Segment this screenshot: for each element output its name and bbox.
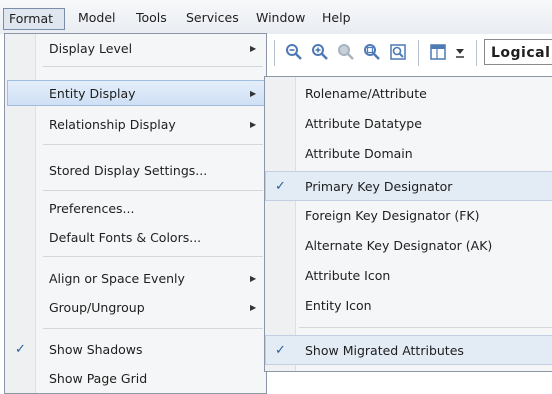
menu-separator — [299, 327, 552, 328]
menu-item-label: Entity Display — [49, 86, 136, 101]
menu-separator — [43, 144, 263, 145]
entity-display-submenu: Rolename/Attribute Attribute Datatype At… — [264, 76, 552, 372]
menu-item-label: Attribute Datatype — [305, 116, 422, 131]
menu-model[interactable]: Model — [78, 8, 116, 28]
menu-tools[interactable]: Tools — [136, 8, 167, 28]
menu-item-show-page-grid[interactable]: Show Page Grid — [5, 366, 266, 392]
menu-item-label: Alternate Key Designator (AK) — [305, 238, 493, 253]
menu-services[interactable]: Services — [186, 8, 239, 28]
menu-item-label: Entity Icon — [305, 298, 372, 313]
submenu-arrow-icon: ▶ — [250, 274, 257, 283]
menu-item-label: Attribute Icon — [305, 268, 391, 283]
menu-item-alternate-key-designator[interactable]: Alternate Key Designator (AK) — [265, 231, 552, 261]
menu-item-show-migrated-attributes[interactable]: ✓ Show Migrated Attributes — [265, 335, 552, 365]
menu-separator — [43, 190, 263, 191]
zoom-window-icon[interactable] — [386, 40, 410, 64]
submenu-arrow-icon: ▶ — [250, 120, 257, 129]
menu-item-label: Align or Space Evenly — [49, 271, 185, 286]
zoom-out-icon[interactable] — [282, 40, 306, 64]
menu-item-label: Primary Key Designator — [305, 179, 453, 194]
menu-item-show-shadows[interactable]: ✓ Show Shadows — [5, 337, 266, 363]
layout-icon[interactable] — [426, 40, 450, 64]
menu-item-default-fonts-colors[interactable]: Default Fonts & Colors... — [5, 225, 266, 251]
menu-window[interactable]: Window — [256, 8, 305, 28]
toolbar-separator — [418, 40, 419, 66]
menu-item-label: Preferences... — [49, 201, 135, 216]
menu-item-attribute-icon[interactable]: Attribute Icon — [265, 261, 552, 291]
menu-item-align-space-evenly[interactable]: Align or Space Evenly ▶ — [5, 266, 266, 292]
menu-item-entity-icon[interactable]: Entity Icon — [265, 291, 552, 321]
checkmark-icon: ✓ — [15, 342, 26, 357]
menu-item-label: Show Migrated Attributes — [305, 343, 464, 358]
menu-item-label: Show Page Grid — [49, 371, 148, 386]
menu-item-entity-display[interactable]: Entity Display ▶ — [7, 80, 265, 106]
menu-item-preferences[interactable]: Preferences... — [5, 196, 266, 222]
menu-item-stored-display-settings[interactable]: Stored Display Settings... — [5, 158, 266, 184]
menu-item-rolename-attribute[interactable]: Rolename/Attribute — [265, 79, 552, 109]
menu-item-label: Attribute Domain — [305, 146, 413, 161]
menu-item-label: Group/Ungroup — [49, 300, 145, 315]
submenu-arrow-icon: ▶ — [250, 44, 257, 53]
menu-item-label: Relationship Display — [49, 117, 176, 132]
menu-item-primary-key-designator[interactable]: ✓ Primary Key Designator — [265, 171, 552, 201]
menu-item-display-level[interactable]: Display Level ▶ — [5, 36, 266, 62]
checkmark-icon: ✓ — [275, 343, 286, 358]
menu-item-label: Foreign Key Designator (FK) — [305, 208, 480, 223]
menu-item-group-ungroup[interactable]: Group/Ungroup ▶ — [5, 295, 266, 321]
checkmark-icon: ✓ — [275, 179, 286, 194]
menu-item-label: Show Shadows — [49, 342, 143, 357]
submenu-arrow-icon: ▶ — [250, 303, 257, 312]
toolbar-separator — [274, 40, 275, 66]
menu-item-label: Stored Display Settings... — [49, 163, 208, 178]
zoom-in-icon[interactable] — [308, 40, 332, 64]
menu-item-foreign-key-designator[interactable]: Foreign Key Designator (FK) — [265, 201, 552, 231]
menu-separator — [43, 328, 263, 329]
menu-separator — [43, 256, 263, 257]
menu-separator — [43, 66, 263, 67]
submenu-arrow-icon: ▶ — [250, 89, 257, 98]
menu-help[interactable]: Help — [322, 8, 351, 28]
menu-item-relationship-display[interactable]: Relationship Display ▶ — [5, 112, 266, 138]
dropdown-arrow-icon[interactable] — [452, 40, 468, 64]
format-menu: Display Level ▶ Entity Display ▶ Relatio… — [4, 33, 267, 394]
view-mode-select[interactable]: Logical — [484, 39, 552, 65]
menu-item-attribute-datatype[interactable]: Attribute Datatype — [265, 109, 552, 139]
menu-format[interactable]: Format — [3, 8, 65, 30]
zoom-disabled-icon — [334, 40, 358, 64]
zoom-fit-icon[interactable] — [360, 40, 384, 64]
toolbar-separator — [476, 40, 477, 66]
menu-bar: Format Model Tools Services Window Help — [0, 0, 552, 34]
menu-item-label: Rolename/Attribute — [305, 86, 427, 101]
menu-item-label: Default Fonts & Colors... — [49, 230, 202, 245]
menu-item-attribute-domain[interactable]: Attribute Domain — [265, 139, 552, 169]
menu-item-label: Display Level — [49, 41, 133, 56]
